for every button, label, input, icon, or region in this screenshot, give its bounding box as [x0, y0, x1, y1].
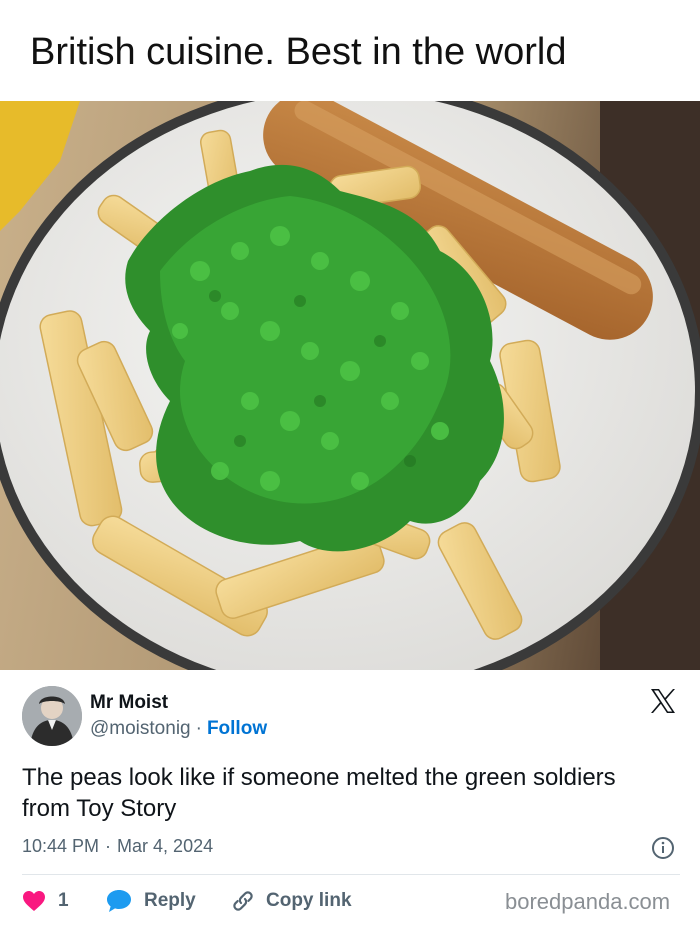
link-icon [233, 891, 253, 911]
divider [22, 874, 680, 875]
food-photo [0, 101, 700, 670]
info-icon[interactable] [651, 836, 675, 860]
timestamp-separator: · [105, 836, 112, 856]
heart-icon [23, 891, 45, 911]
handle-separator: · [195, 718, 202, 739]
tweet-date: Mar 4, 2024 [117, 836, 214, 856]
author-name[interactable]: Mr Moist [90, 692, 168, 714]
copy-link-label: Copy link [266, 890, 352, 911]
speech-bubble-icon [107, 890, 131, 912]
x-logo-icon[interactable] [648, 686, 678, 716]
tweet-actions: 1 Reply Copy link [22, 884, 352, 918]
avatar[interactable] [22, 686, 82, 746]
like-count: 1 [58, 890, 69, 911]
reply-label: Reply [144, 890, 196, 911]
meme-caption: British cuisine. Best in the world [30, 31, 567, 73]
tweet-time: 10:44 PM [22, 836, 100, 856]
follow-button[interactable]: Follow [207, 718, 267, 739]
like-button[interactable]: 1 [22, 890, 106, 912]
copy-link-button[interactable]: Copy link [230, 888, 352, 914]
handle-row: @moistonig · Follow [90, 718, 267, 740]
author-handle[interactable]: @moistonig [90, 718, 191, 739]
reply-button[interactable]: Reply [106, 889, 230, 913]
tweet-text: The peas look like if someone melted the… [22, 764, 616, 822]
watermark: boredpanda.com [505, 889, 671, 914]
timestamp[interactable]: 10:44 PM · Mar 4, 2024 [22, 836, 213, 857]
